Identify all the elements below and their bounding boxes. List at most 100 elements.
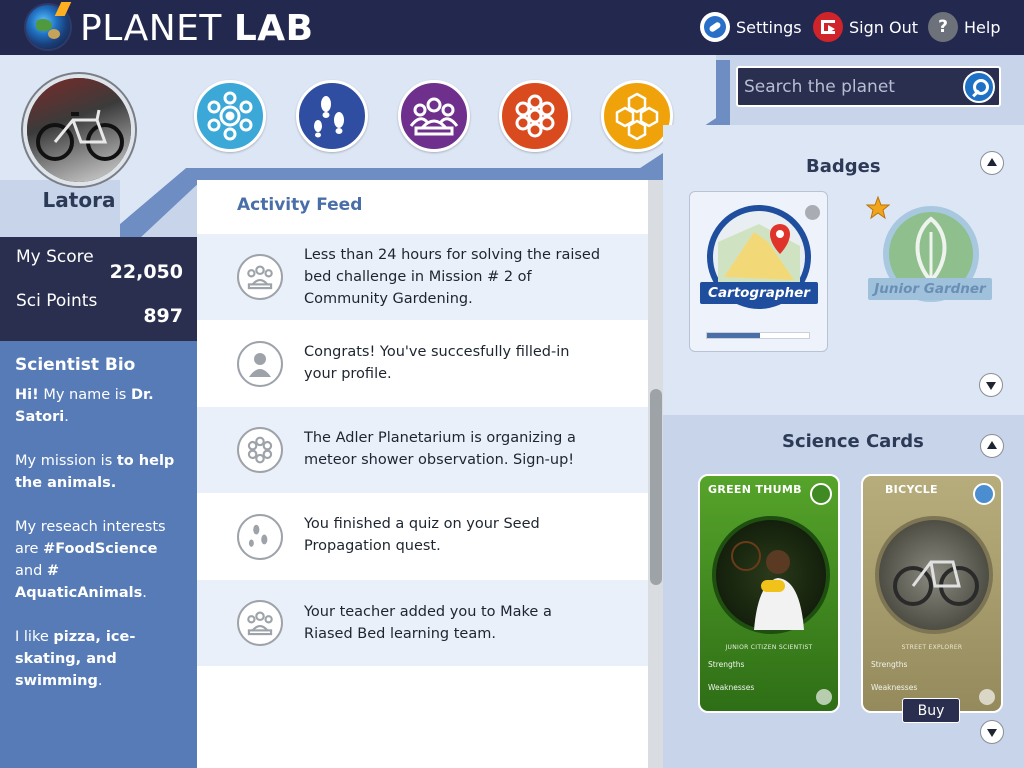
- nav-footprints-button[interactable]: [296, 80, 368, 152]
- app-title-part2: LAB: [233, 8, 314, 49]
- buy-button[interactable]: Buy: [902, 698, 960, 723]
- science-card-bicycle[interactable]: BICYCLE STREET EXPLORER Strengths Weakne…: [861, 474, 1003, 713]
- card-title: GREEN THUMB: [708, 483, 802, 496]
- bio-text: Hi!: [15, 387, 39, 403]
- nav-network-button[interactable]: [194, 80, 266, 152]
- user-name: Latora: [42, 188, 116, 212]
- science-card-green-thumb[interactable]: GREEN THUMB JUNIOR CITIZEN SCIENTIST Str…: [698, 474, 840, 713]
- card-subtitle: STREET EXPLORER: [901, 644, 963, 651]
- bio-paragraph: My reseach interests are #FoodScience an…: [15, 516, 183, 604]
- logo-spark-icon: [54, 2, 72, 16]
- flower-icon: [237, 427, 283, 473]
- help-link[interactable]: ? Help: [928, 12, 1000, 42]
- sign-out-icon: [813, 12, 843, 42]
- feed-item-text: Your teacher added you to Make a Riased …: [304, 604, 552, 642]
- sign-out-label: Sign Out: [849, 17, 918, 37]
- group-icon: [409, 97, 459, 136]
- top-bar: PLANET LAB Settings Sign Out ? Help: [0, 0, 1024, 55]
- help-icon: ?: [928, 12, 958, 42]
- network-eye-icon: [207, 91, 253, 141]
- card-subtitle: JUNIOR CITIZEN SCIENTIST: [725, 644, 813, 651]
- score-panel: My Score 22,050 Sci Points 897: [0, 237, 197, 341]
- feed-item[interactable]: Congrats! You've succesfully filled-in y…: [197, 320, 649, 407]
- settings-icon: [700, 12, 730, 42]
- score-row: My Score 22,050: [16, 247, 186, 283]
- card-refresh-icon: [816, 689, 832, 705]
- bio-title: Scientist Bio: [15, 355, 136, 375]
- card-weaknesses: Weaknesses: [708, 683, 755, 692]
- nav-flower-button[interactable]: [499, 80, 571, 152]
- search-input[interactable]: [744, 75, 954, 99]
- settings-label: Settings: [736, 17, 802, 37]
- science-cards-title: Science Cards: [782, 431, 924, 452]
- flower-icon: [515, 94, 555, 138]
- badge-progress-bar: [706, 332, 810, 339]
- leaf-type-icon: [810, 483, 832, 505]
- badge-name: Cartographer: [700, 282, 818, 304]
- feed-item[interactable]: Less than 24 hours for solving the raise…: [197, 234, 649, 320]
- feed-item-text: You finished a quiz on your Seed Propaga…: [304, 516, 540, 554]
- score-value: 22,050: [109, 261, 183, 283]
- badge-name: Junior Gardner: [868, 278, 992, 300]
- badge-card-cartographer[interactable]: Cartographer: [689, 191, 828, 352]
- feed-item[interactable]: You finished a quiz on your Seed Propaga…: [197, 493, 649, 580]
- bio-text: My name is: [38, 387, 131, 403]
- bio-text: .: [142, 585, 147, 601]
- bio-paragraph: My mission is to help the animals.: [15, 450, 183, 494]
- feed-item[interactable]: The Adler Planetarium is organizing a me…: [197, 407, 649, 493]
- group-icon: [237, 254, 283, 300]
- card-title: BICYCLE: [885, 483, 938, 496]
- badge-card-junior-gardner[interactable]: Junior Gardner: [868, 200, 992, 312]
- app-title: PLANET LAB: [80, 8, 314, 49]
- header-divider: [196, 168, 666, 180]
- group-icon: [237, 600, 283, 646]
- app-title-part1: PLANET: [80, 8, 222, 49]
- sign-out-link[interactable]: Sign Out: [813, 12, 918, 42]
- card-portrait: [875, 516, 993, 634]
- card-strengths: Strengths: [708, 660, 745, 669]
- settings-link[interactable]: Settings: [700, 12, 802, 42]
- bio-text: .: [64, 409, 69, 425]
- badges-title: Badges: [806, 156, 881, 177]
- bio-text: .: [97, 673, 103, 689]
- card-weaknesses: Weaknesses: [871, 683, 918, 692]
- scientist-bio-panel: Scientist Bio Hi! My name is Dr. Satori.…: [0, 341, 197, 768]
- bicycle-type-icon: [973, 483, 995, 505]
- feed-item-text: Congrats! You've succesfully filled-in y…: [304, 344, 570, 382]
- bio-paragraph: I like pizza, ice-skating, and swimming.: [15, 626, 183, 692]
- avatar[interactable]: [23, 74, 135, 186]
- badges-scroll-down-button[interactable]: [979, 373, 1003, 397]
- badge-progress-fill: [707, 333, 761, 338]
- refresh-icon: [805, 205, 820, 220]
- honeycomb-icon: [615, 92, 659, 141]
- bio-text: My mission is: [15, 453, 117, 469]
- footprints-icon: [237, 514, 283, 560]
- profile-icon: [237, 341, 283, 387]
- card-refresh-icon: [979, 689, 995, 705]
- nav-community-button[interactable]: [398, 80, 470, 152]
- sci-points-label: Sci Points: [16, 291, 98, 311]
- cards-scroll-up-button[interactable]: [980, 434, 1004, 458]
- activity-feed: Activity Feed Less than 24 hours for sol…: [197, 180, 663, 768]
- cards-scroll-down-button[interactable]: [980, 720, 1004, 744]
- search-box: [736, 66, 1001, 107]
- sci-points-value: 897: [143, 305, 183, 327]
- feed-item-text: The Adler Planetarium is organizing a me…: [304, 430, 576, 468]
- help-label: Help: [964, 17, 1001, 37]
- badges-scroll-up-button[interactable]: [980, 151, 1004, 175]
- card-strengths: Strengths: [871, 660, 908, 669]
- score-label: My Score: [16, 247, 94, 267]
- bio-paragraph: Hi! My name is Dr. Satori.: [15, 384, 183, 428]
- search-icon[interactable]: [963, 71, 995, 103]
- bicycle-photo: [36, 109, 124, 161]
- card-portrait: [712, 516, 830, 634]
- bio-text: I like: [15, 629, 54, 645]
- bio-hashtag[interactable]: #FoodScience: [43, 541, 157, 557]
- feed-title: Activity Feed: [237, 195, 363, 215]
- feed-scrollbar-thumb[interactable]: [650, 389, 662, 585]
- bio-text: and: [15, 563, 47, 579]
- sci-points-row: Sci Points 897: [16, 291, 186, 327]
- feed-item[interactable]: Your teacher added you to Make a Riased …: [197, 580, 649, 666]
- footprints-icon: [314, 96, 344, 138]
- feed-item-text: Less than 24 hours for solving the raise…: [304, 247, 601, 307]
